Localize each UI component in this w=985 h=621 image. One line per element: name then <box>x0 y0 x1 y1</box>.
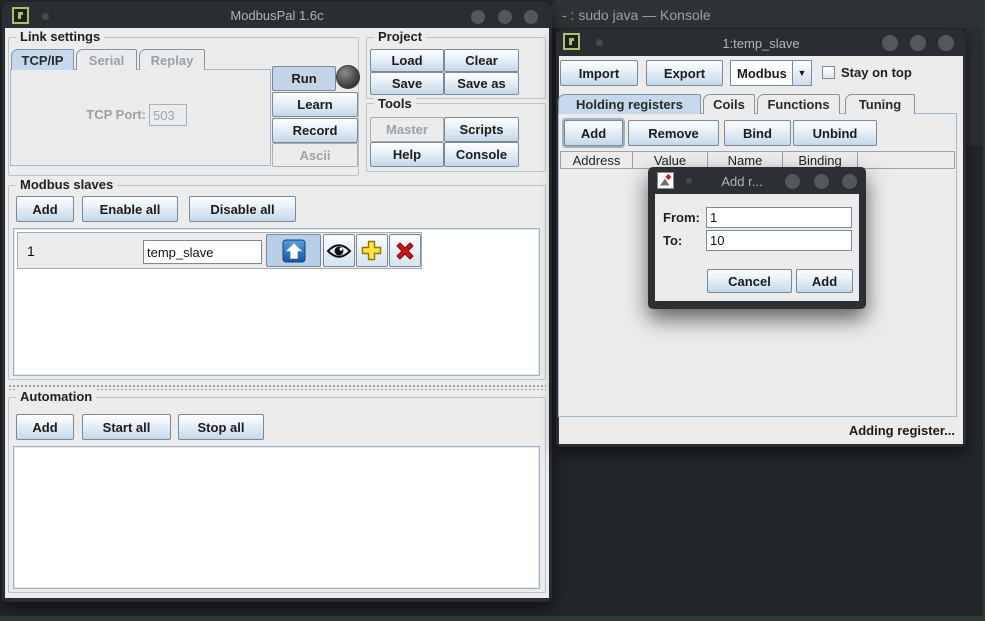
tab-functions[interactable]: Functions <box>757 94 840 114</box>
tcp-port-field[interactable] <box>149 104 187 126</box>
stay-on-top-checkbox[interactable] <box>822 66 835 79</box>
ascii-button[interactable]: Ascii <box>272 143 358 167</box>
start-all-button[interactable]: Start all <box>82 414 171 440</box>
dialog-icon <box>657 172 674 194</box>
tab-tcpip[interactable]: TCP/IP <box>11 49 74 70</box>
modbuspal-window-icon[interactable] <box>12 7 29 29</box>
slave-add-register-button[interactable] <box>356 234 388 267</box>
tab-coils[interactable]: Coils <box>703 94 755 114</box>
plus-icon <box>360 239 384 263</box>
tcp-port-label: TCP Port: <box>58 107 146 122</box>
tab-serial[interactable]: Serial <box>76 49 137 70</box>
tab-holding-registers[interactable]: Holding registers <box>558 94 701 114</box>
to-label: To: <box>663 233 682 248</box>
slave-window-icon[interactable] <box>563 33 580 55</box>
dialog-titlebar-dot[interactable] <box>686 178 692 184</box>
tab-tuning[interactable]: Tuning <box>845 94 915 114</box>
column-header-filler <box>857 151 955 169</box>
stop-all-button[interactable]: Stop all <box>178 414 264 440</box>
scripts-button[interactable]: Scripts <box>444 117 519 142</box>
slave-maximize-button[interactable] <box>910 35 926 51</box>
slave-name-field[interactable] <box>143 240 262 264</box>
record-button[interactable]: Record <box>272 118 358 143</box>
slave-close-button[interactable] <box>938 35 954 51</box>
import-button[interactable]: Import <box>560 60 638 86</box>
tools-label: Tools <box>374 96 416 111</box>
up-arrow-icon <box>282 239 306 263</box>
clear-button[interactable]: Clear <box>444 49 519 72</box>
chevron-down-icon: ▼ <box>798 68 807 78</box>
slave-add-button[interactable]: Add <box>16 196 74 222</box>
desktop: - : sudo java — Konsole ModbusPal 1.6c L… <box>0 0 985 621</box>
modbuspal-close-button[interactable] <box>524 10 538 24</box>
load-button[interactable]: Load <box>370 49 444 72</box>
save-button[interactable]: Save <box>370 72 444 95</box>
konsole-title: - : sudo java — Konsole <box>562 7 711 23</box>
slave-enable-toggle-button[interactable] <box>266 234 321 267</box>
automation-add-button[interactable]: Add <box>16 414 74 440</box>
from-field[interactable] <box>706 207 852 228</box>
eye-icon <box>326 243 352 259</box>
run-button[interactable]: Run <box>272 66 336 91</box>
delete-x-icon <box>394 240 416 262</box>
dialog-minimize-button[interactable] <box>785 174 800 189</box>
dialog-add-button[interactable]: Add <box>796 269 853 293</box>
modbuspal-titlebar-dot[interactable] <box>42 13 49 20</box>
register-add-button[interactable]: Add <box>564 120 623 146</box>
slave-id: 1 <box>27 243 35 259</box>
column-header-address[interactable]: Address <box>560 151 633 169</box>
from-label: From: <box>663 210 700 225</box>
to-field[interactable] <box>706 230 852 251</box>
slave-window-title: 1:temp_slave <box>641 36 881 51</box>
dialog-title: Add r... <box>698 174 786 189</box>
modbus-slaves-label: Modbus slaves <box>16 177 117 192</box>
disable-all-button[interactable]: Disable all <box>189 196 296 222</box>
register-remove-button[interactable]: Remove <box>628 120 719 146</box>
export-button[interactable]: Export <box>646 60 723 86</box>
modbuspal-maximize-button[interactable] <box>498 10 512 24</box>
modbus-combo-arrow[interactable]: ▼ <box>793 60 812 86</box>
automation-list-panel <box>13 446 540 589</box>
modbuspal-window-title: ModbusPal 1.6c <box>102 8 452 23</box>
console-button[interactable]: Console <box>444 142 519 167</box>
run-led-indicator <box>336 65 360 89</box>
help-button[interactable]: Help <box>370 142 444 167</box>
learn-button[interactable]: Learn <box>272 92 358 117</box>
background-window-bottom-edge <box>0 616 985 621</box>
enable-all-button[interactable]: Enable all <box>82 196 178 222</box>
status-message: Adding register... <box>700 423 955 438</box>
dialog-cancel-button[interactable]: Cancel <box>707 269 792 293</box>
dialog-close-button[interactable] <box>842 174 857 189</box>
slave-view-button[interactable] <box>323 234 355 267</box>
save-as-button[interactable]: Save as <box>444 72 519 95</box>
project-label: Project <box>374 29 426 44</box>
slave-delete-button[interactable] <box>389 234 421 267</box>
slave-titlebar-dot[interactable] <box>596 39 603 46</box>
master-button[interactable]: Master <box>370 117 444 142</box>
dialog-maximize-button[interactable] <box>814 174 829 189</box>
konsole-titlebar[interactable]: - : sudo java — Konsole <box>552 0 985 28</box>
register-unbind-button[interactable]: Unbind <box>793 120 877 146</box>
automation-label: Automation <box>16 389 96 404</box>
slave-minimize-button[interactable] <box>882 35 898 51</box>
modbus-combo-value[interactable]: Modbus <box>730 60 793 86</box>
modbuspal-minimize-button[interactable] <box>471 10 485 24</box>
tab-replay[interactable]: Replay <box>139 49 205 70</box>
link-settings-label: Link settings <box>16 29 104 44</box>
stay-on-top-label: Stay on top <box>841 65 912 80</box>
register-bind-button[interactable]: Bind <box>724 120 791 146</box>
